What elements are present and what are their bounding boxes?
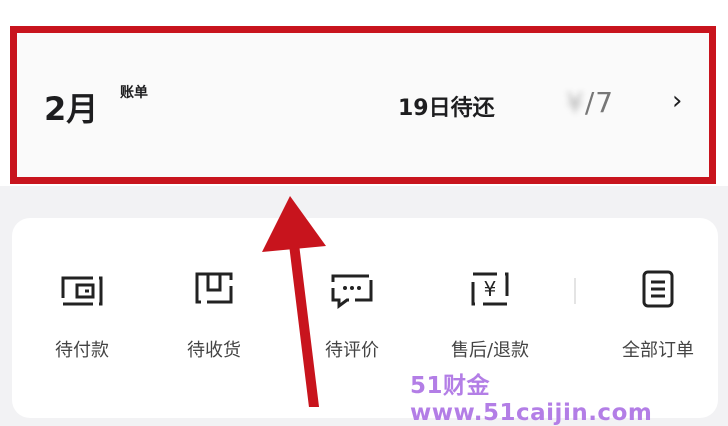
svg-text:¥: ¥ (484, 277, 497, 301)
order-item-pending-receipt[interactable]: 待收货 (154, 262, 274, 362)
order-item-after-sales[interactable]: ¥ 售后/退款 (430, 262, 550, 362)
bill-month: 2月 (44, 90, 99, 128)
bill-amount: ¥/7 (566, 86, 614, 119)
chevron-right-icon[interactable]: › (672, 86, 682, 116)
bill-amount-visible: /7 (584, 86, 615, 119)
bill-month-suffix: 账单 (120, 85, 148, 101)
watermark-text: 51财金www.51caijin.com (410, 373, 653, 426)
wallet-icon (61, 276, 103, 306)
order-item-label: 待评价 (325, 340, 379, 361)
order-item-label: 待付款 (55, 340, 109, 361)
bill-amount-hidden: ¥ (566, 86, 585, 119)
order-list-icon (642, 270, 674, 308)
order-item-pending-payment[interactable]: 待付款 (22, 262, 142, 362)
order-item-all-orders[interactable]: 全部订单 (598, 262, 718, 362)
order-item-pending-review[interactable]: 待评价 (292, 262, 412, 362)
divider (574, 278, 576, 304)
order-item-label: 待收货 (187, 340, 241, 361)
order-item-label: 售后/退款 (450, 340, 530, 361)
comment-icon (331, 274, 373, 309)
bill-due-text: 19日待还 (398, 96, 495, 121)
refund-icon: ¥ (471, 272, 509, 306)
order-item-label: 全部订单 (622, 340, 694, 361)
package-icon (195, 272, 233, 304)
